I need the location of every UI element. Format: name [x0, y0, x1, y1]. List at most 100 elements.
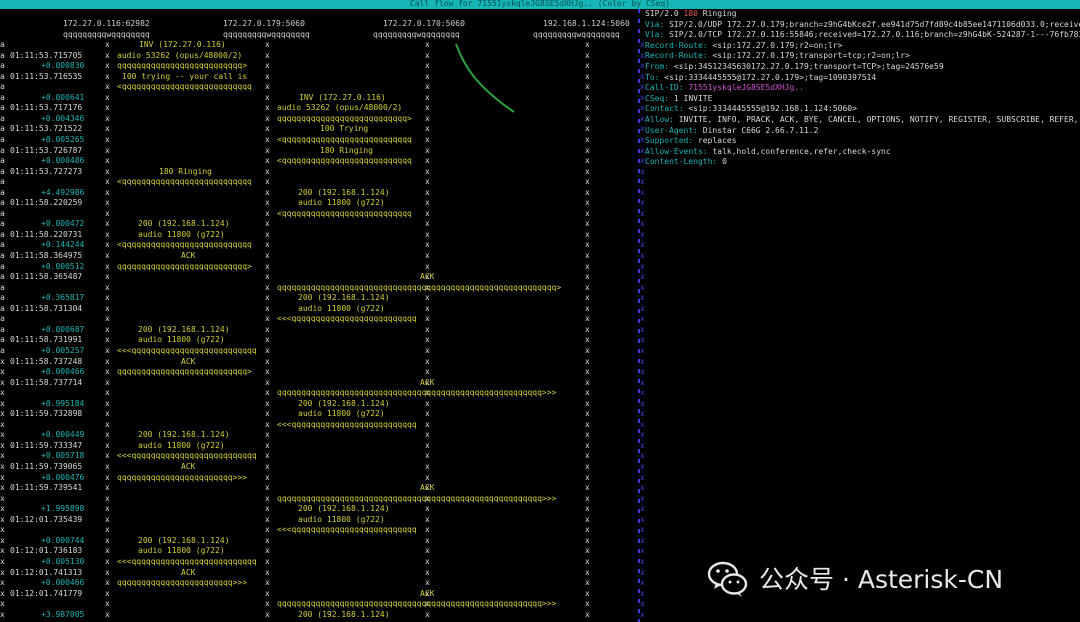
sip-header-line: Contact: <sip:3334445555@192.168.1.124:5… [645, 104, 1080, 114]
panel-edge-marker: x [640, 568, 645, 577]
lane-marker-2: x [265, 72, 270, 81]
sip-header-line: Via: SIP/2.0/UDP 172.27.0.179;branch=z9h… [645, 20, 1080, 30]
panel-edge-marker: x [640, 483, 645, 492]
lane-marker-1: x [105, 114, 110, 123]
lane-marker-2: x [265, 367, 270, 376]
lane-marker-2: x [265, 209, 270, 218]
lane-marker-2: x [265, 536, 270, 545]
panel-edge-marker: x [640, 188, 645, 197]
lane-marker-4: x [585, 409, 590, 418]
row-timestamp: 01:11:58.731991 [10, 335, 83, 344]
lane-marker-2: x [265, 124, 270, 133]
sip-header-line: Allow-Events: talk,hold,conference,refer… [645, 147, 1080, 157]
lane-marker-3: x [425, 525, 430, 534]
message-label: 200 (192.168.1.124) [298, 610, 390, 619]
lane-marker-3: x [425, 367, 430, 376]
sip-header-value: INVITE, INFO, PRACK, ACK, BYE, CANCEL, O… [678, 115, 1079, 124]
row-marker: a [0, 188, 5, 197]
lane-marker-2: x [265, 82, 270, 91]
lane-marker-4: x [585, 610, 590, 619]
lane-marker-4: x [585, 51, 590, 60]
sip-header-name: Record-Route: [645, 51, 708, 61]
row-marker: x [0, 589, 5, 598]
message-arrow: <<<qqqqqqqqqqqqqqqqqqqqqqqqqq [277, 420, 417, 429]
message-arrow: qqqqqqqqqqqqqqqqqqqqqqqqqqqqqqqqqqqqqqqq… [277, 388, 557, 397]
lane-marker-2: x [265, 198, 270, 207]
row-delta: +0.005265 [41, 135, 85, 144]
row-delta: +0.000476 [41, 473, 85, 482]
message-label: 200 (192.168.1.124) [138, 430, 230, 439]
lane-marker-1: x [105, 167, 110, 176]
lane-marker-2: x [265, 262, 270, 271]
lane-marker-4: x [585, 536, 590, 545]
sip-header-line: Record-Route: <sip:172.27.0.179;r2=on;lr… [645, 41, 1080, 51]
host-bar-2: qqqqqqqqqwqqqqqqqq [223, 30, 310, 39]
row-marker: x [0, 536, 5, 545]
lane-marker-2: x [265, 346, 270, 355]
lane-marker-2: x [265, 473, 270, 482]
lane-marker-4: x [585, 525, 590, 534]
lane-marker-1: x [105, 177, 110, 186]
lane-marker-3: x [425, 51, 430, 60]
sip-header-name: CSeq: [645, 93, 670, 103]
row-marker: a [0, 114, 5, 123]
row-delta: +0.005130 [41, 557, 85, 566]
row-timestamp: 01:11:58.731304 [10, 304, 83, 313]
lane-marker-4: x [585, 177, 590, 186]
lane-marker-3: x [425, 230, 430, 239]
lane-marker-4: x [585, 240, 590, 249]
panel-edge-marker: x [640, 430, 645, 439]
lane-marker-3: x [425, 504, 430, 513]
lane-marker-1: x [105, 40, 110, 49]
lane-marker-1: x [105, 546, 110, 555]
lane-marker-1: x [105, 525, 110, 534]
lane-marker-4: x [585, 483, 590, 492]
message-arrow: qqqqqqqqqqqqqqqqqqqqqqqqqq> [117, 61, 248, 70]
row-delta: +0.005257 [41, 346, 85, 355]
message-label: 200 (192.168.1.124) [138, 219, 230, 228]
message-label: 100 trying -- your call is [122, 72, 248, 81]
message-label: 200 (192.168.1.124) [298, 293, 390, 302]
lane-marker-2: x [265, 219, 270, 228]
sip-header-value: <sip:3334445555@172.27.0.179>;tag=109039… [659, 72, 877, 82]
lane-marker-2: x [265, 483, 270, 492]
lane-marker-3: x [425, 135, 430, 144]
message-label: 100 Trying [320, 124, 369, 133]
lane-marker-4: x [585, 568, 590, 577]
row-delta: +0.000830 [41, 61, 85, 70]
row-timestamp: 01:11:53.726787 [10, 146, 83, 155]
lane-marker-3: x [425, 103, 430, 112]
lane-marker-3: x [425, 188, 430, 197]
message-label: ACK [181, 357, 196, 366]
message-arrow: qqqqqqqqqqqqqqqqqqqqqqqqqqq> [117, 367, 252, 376]
row-marker: a [0, 240, 5, 249]
lane-marker-2: x [265, 314, 270, 323]
row-marker: a [0, 304, 5, 313]
panel-edge-marker: x [640, 293, 645, 302]
row-timestamp: 01:12:01.735439 [10, 515, 83, 524]
message-label: 180 Ringing [159, 167, 212, 176]
row-marker: a [0, 167, 5, 176]
lane-marker-1: x [105, 304, 110, 313]
row-marker: a [0, 335, 5, 344]
row-marker: a [0, 314, 5, 323]
message-label: audio 11800 (g722) [138, 230, 225, 239]
row-marker: x [0, 473, 5, 482]
row-marker: a [0, 82, 5, 91]
lane-marker-2: x [265, 578, 270, 587]
panel-edge-marker: x [640, 451, 645, 460]
lane-marker-1: x [105, 283, 110, 292]
row-delta: +0.000449 [41, 430, 85, 439]
host-label-3: 172.27.0.170:5060 [383, 19, 465, 28]
lane-marker-3: x [425, 72, 430, 81]
sip-header-value: SIP/2.0 [645, 9, 684, 18]
lane-marker-3: x [425, 357, 430, 366]
row-delta: +0.000687 [41, 325, 85, 334]
lane-marker-2: x [265, 557, 270, 566]
lane-marker-4: x [585, 209, 590, 218]
row-marker: x [0, 568, 5, 577]
message-arrow: <<<qqqqqqqqqqqqqqqqqqqqqqqqqq [277, 314, 417, 323]
lane-marker-3: x [425, 409, 430, 418]
lane-marker-1: x [105, 188, 110, 197]
row-marker: x [0, 515, 5, 524]
